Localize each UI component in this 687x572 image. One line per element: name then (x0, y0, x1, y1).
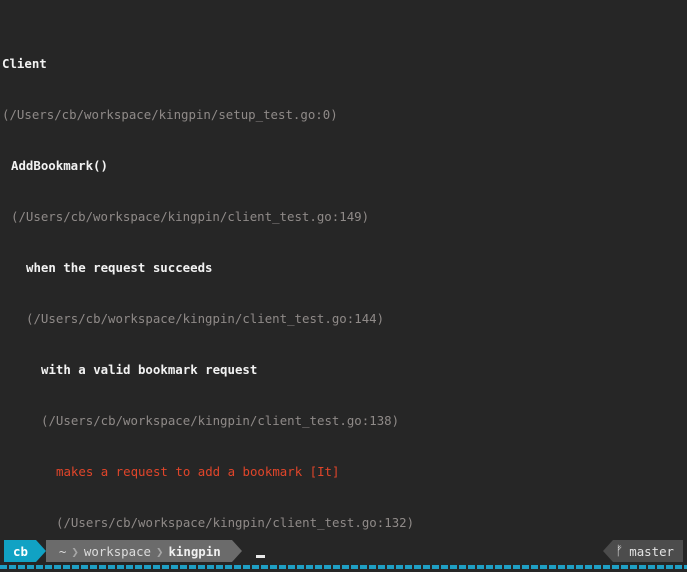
spec-context: when the request succeeds (26, 260, 213, 275)
spec-inner-context-location: (/Users/cb/workspace/kingpin/client_test… (41, 413, 400, 428)
spec-describe: AddBookmark() (11, 158, 108, 173)
terminal-window[interactable]: Client (/Users/cb/workspace/kingpin/setu… (0, 0, 687, 572)
breadcrumb-home[interactable]: ~ (54, 543, 71, 560)
prompt-user-arrow-icon (35, 540, 46, 562)
spec-suite-name: Client (2, 56, 47, 71)
breadcrumb-workspace[interactable]: workspace (79, 543, 156, 560)
shell-prompt-bar: cb ~ ❯ workspace ❯ kingpin ᚠ master (0, 540, 687, 562)
prompt-user-label: cb (13, 543, 28, 559)
prompt-path-arrow-icon (231, 540, 242, 562)
git-branch-segment[interactable]: ᚠ master (613, 540, 683, 562)
spec-it-location: (/Users/cb/workspace/kingpin/client_test… (56, 515, 415, 530)
branch-arrow-icon (603, 540, 614, 562)
terminal-bottom-rule (0, 565, 687, 569)
git-branch-label: master (629, 543, 674, 559)
spec-context-location: (/Users/cb/workspace/kingpin/client_test… (26, 311, 385, 326)
terminal-cursor (255, 555, 265, 558)
chevron-right-icon: ❯ (71, 543, 79, 559)
prompt-right: ᚠ master (603, 540, 683, 562)
terminal-scrollback[interactable]: Client (/Users/cb/workspace/kingpin/setu… (0, 0, 687, 572)
prompt-path-segment: ~ ❯ workspace ❯ kingpin (45, 540, 232, 562)
spec-it: makes a request to add a bookmark [It] (56, 464, 340, 479)
git-branch-icon: ᚠ (615, 543, 624, 559)
chevron-right-icon-2: ❯ (156, 543, 164, 559)
breadcrumb-kingpin[interactable]: kingpin (163, 543, 225, 560)
spec-inner-context: with a valid bookmark request (41, 362, 258, 377)
spec-suite-location: (/Users/cb/workspace/kingpin/setup_test.… (2, 107, 338, 122)
spec-describe-location: (/Users/cb/workspace/kingpin/client_test… (11, 209, 370, 224)
prompt-user-segment: cb (4, 540, 36, 562)
prompt-left: cb ~ ❯ workspace ❯ kingpin (4, 540, 265, 562)
